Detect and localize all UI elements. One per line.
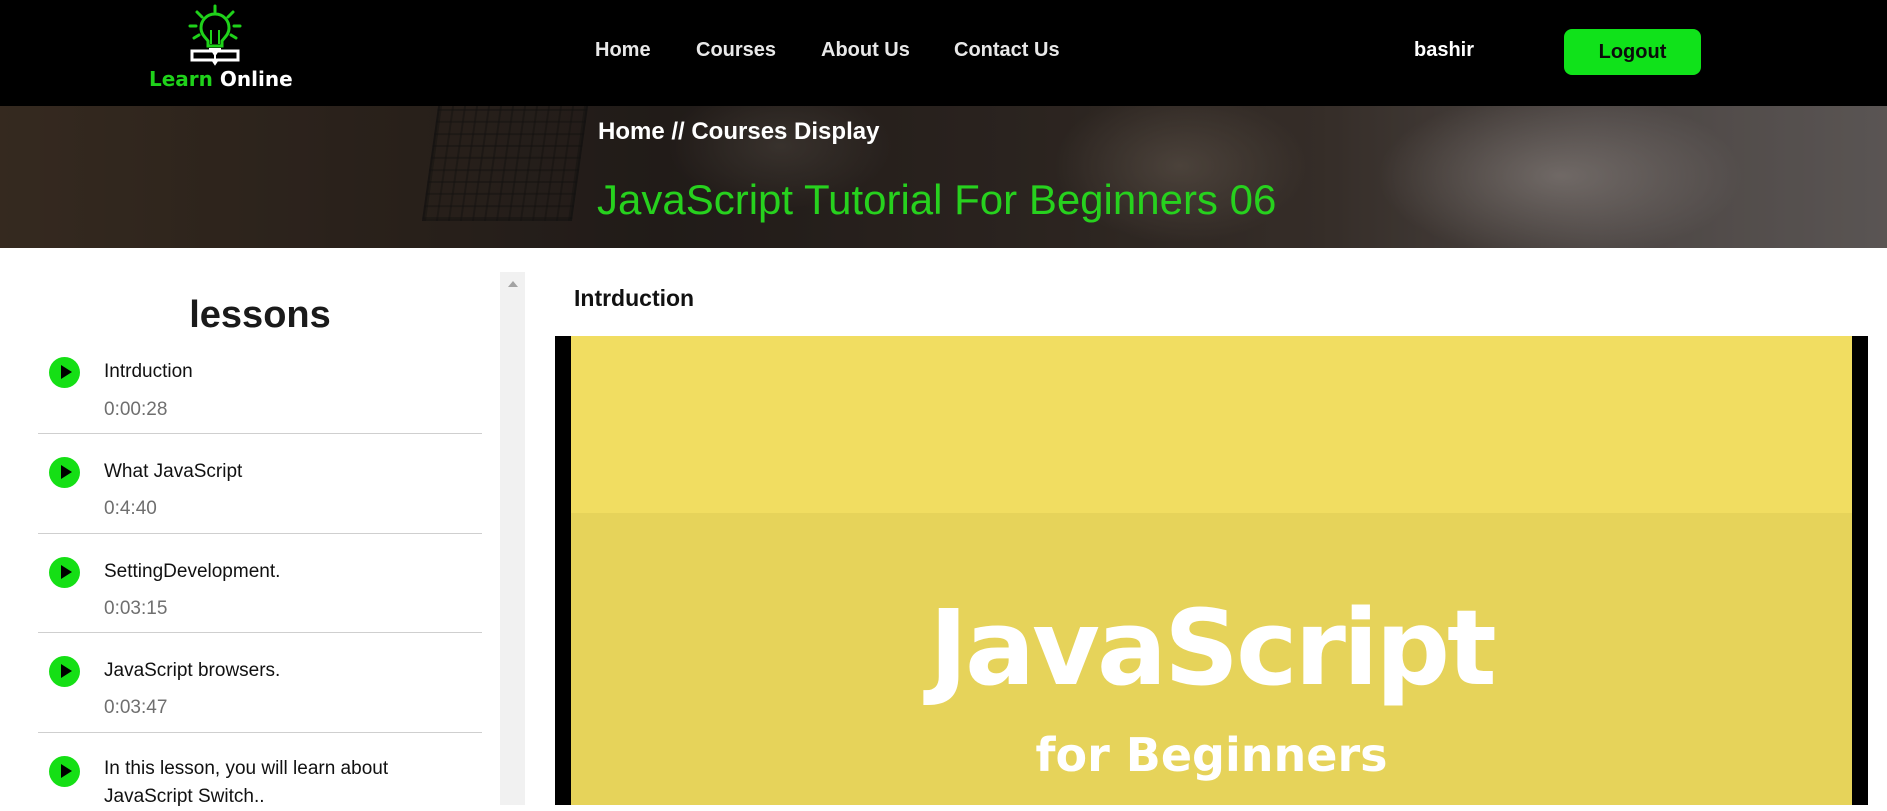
lessons-scrollbar[interactable] [500,272,525,805]
video-thumbnail-subtitle: for Beginners [1035,728,1388,782]
lesson-title: Intrduction [104,361,193,382]
lesson-duration: 0:03:15 [104,598,168,619]
lesson-item[interactable]: In this lesson, you will learn about Jav… [38,733,482,807]
logo-text-learn: Learn [149,67,213,91]
video-thumbnail-title: JavaScript [929,587,1497,709]
lightbulb-book-logo-icon [188,4,242,66]
lesson-title: What JavaScript [104,461,243,482]
lessons-heading: lessons [189,294,331,336]
lesson-item[interactable]: JavaScript browsers. 0:03:47 [38,633,482,733]
lesson-title: SettingDevelopment. [104,561,281,582]
video-thumbnail-top-band [571,336,1852,513]
scroll-up-arrow-icon[interactable] [508,281,518,287]
lesson-title: In this lesson, you will learn about Jav… [104,758,389,807]
play-circle-icon[interactable] [49,756,80,787]
current-lesson-heading: Intrduction [574,285,695,311]
lesson-title: JavaScript browsers. [104,660,281,681]
logo-text-online: Online [219,67,293,91]
nav-link-contact-us[interactable]: Contact Us [954,39,1060,63]
video-thumbnail[interactable]: JavaScript for Beginners [571,336,1852,805]
course-title: JavaScript Tutorial For Beginners 06 [597,176,1277,223]
play-circle-icon[interactable] [49,557,80,588]
lesson-item[interactable]: SettingDevelopment. 0:03:15 [38,534,482,633]
nav-link-courses[interactable]: Courses [696,39,776,63]
lesson-item[interactable]: What JavaScript 0:4:40 [38,434,482,534]
nav-link-home[interactable]: Home [595,39,651,63]
play-circle-icon[interactable] [49,656,80,687]
lesson-duration: 0:00:28 [104,399,168,420]
logo-text: Learn Online [149,67,293,91]
logout-button[interactable]: Logout [1564,29,1701,75]
play-circle-icon[interactable] [49,357,80,388]
play-circle-icon[interactable] [49,457,80,488]
lesson-item[interactable]: Intrduction 0:00:28 [38,350,482,434]
breadcrumb: Home // Courses Display [598,118,880,145]
username-label: bashir [1414,39,1475,61]
video-player[interactable]: JavaScript for Beginners [555,336,1868,805]
top-navbar: Learn Online Home Courses About Us Conta… [0,0,1887,106]
lesson-duration: 0:03:47 [104,697,168,718]
lesson-duration: 0:4:40 [104,498,157,519]
nav-link-about-us[interactable]: About Us [821,39,910,63]
site-logo[interactable]: Learn Online [146,4,293,91]
